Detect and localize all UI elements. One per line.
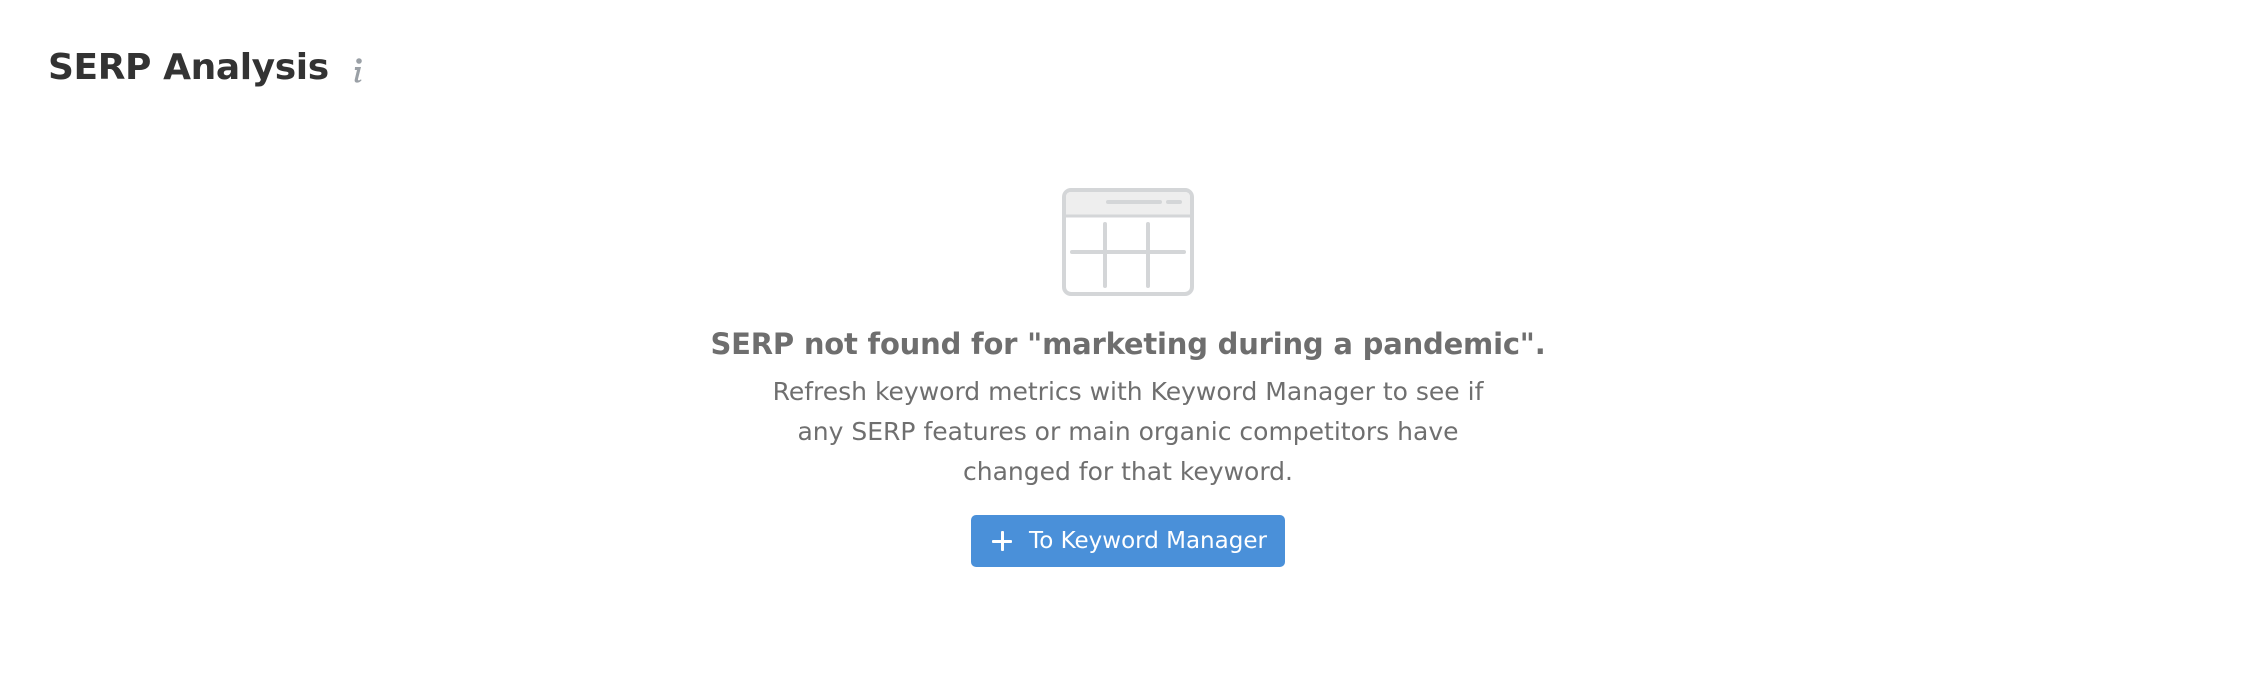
empty-table-icon [1062,188,1194,296]
info-icon[interactable] [347,55,369,85]
plus-icon [991,530,1013,552]
empty-state-description: Refresh keyword metrics with Keyword Man… [772,377,1484,486]
serp-analysis-page: SERP Analysis SERP not found for "market… [0,0,2256,696]
empty-state: SERP not found for "marketing during a p… [0,188,2256,567]
to-keyword-manager-label: To Keyword Manager [1029,528,1267,554]
empty-state-title: SERP not found for "marketing during a p… [710,327,1546,361]
to-keyword-manager-button[interactable]: To Keyword Manager [971,515,1285,567]
page-header: SERP Analysis [48,40,369,96]
page-title: SERP Analysis [48,47,329,88]
